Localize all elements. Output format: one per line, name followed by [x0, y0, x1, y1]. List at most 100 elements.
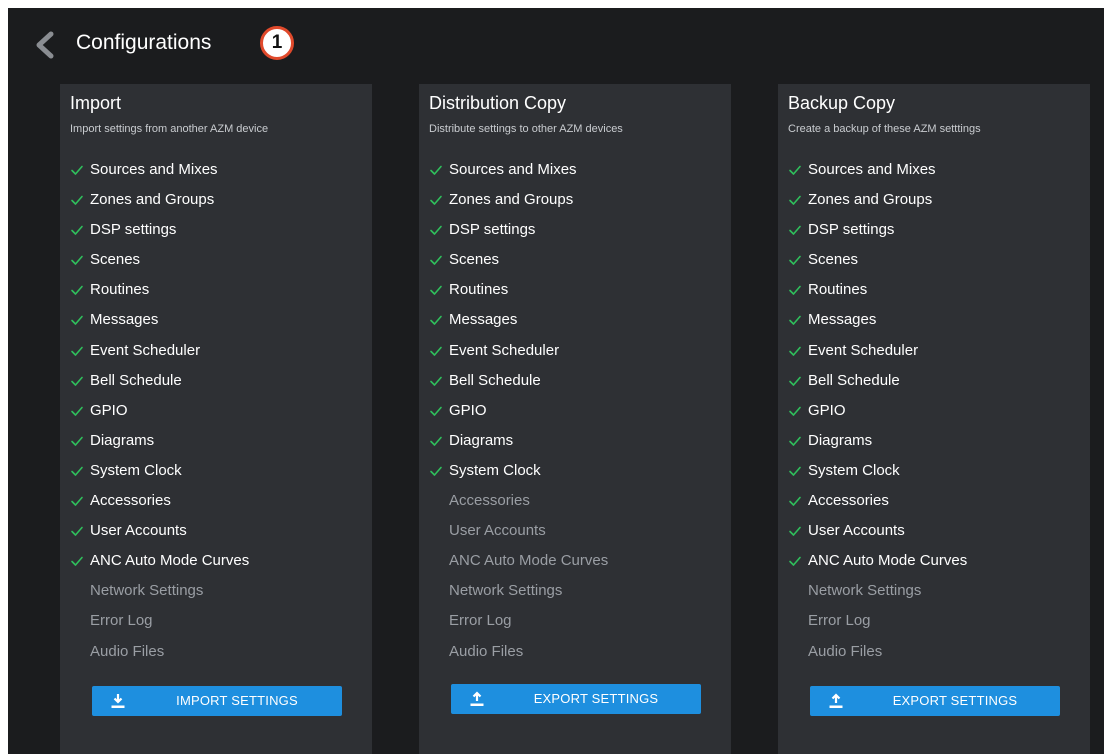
check-icon	[788, 193, 802, 207]
check-icon	[788, 163, 802, 177]
panel-description: Create a backup of these AZM setttings	[788, 123, 981, 135]
check-icon	[70, 464, 84, 478]
setting-label: GPIO	[90, 401, 128, 419]
check-icon	[429, 374, 443, 388]
button-label: IMPORT SETTINGS	[176, 693, 298, 708]
setting-label: Messages	[449, 311, 518, 329]
check-icon	[70, 554, 84, 568]
distribution-copy-panel: Distribution Copy Distribute settings to…	[419, 84, 731, 754]
setting-label: Network Settings	[808, 582, 922, 600]
configurations-screen: Configurations 1 Import Import settings …	[8, 8, 1104, 754]
setting-label: Routines	[449, 281, 509, 299]
check-icon	[70, 494, 84, 508]
setting-label: Accessories	[90, 492, 171, 510]
setting-label: Error Log	[449, 612, 512, 630]
setting-label: ANC Auto Mode Curves	[808, 552, 968, 570]
setting-label: Accessories	[808, 492, 889, 510]
button-label: EXPORT SETTINGS	[533, 691, 659, 706]
setting-label: Accessories	[449, 492, 530, 510]
import-panel: Import Import settings from another AZM …	[60, 84, 372, 754]
panel-title: Import	[70, 93, 122, 113]
check-icon	[70, 283, 84, 297]
panel-description: Distribute settings to other AZM devices	[429, 123, 623, 135]
setting-label: Messages	[90, 311, 159, 329]
check-icon	[429, 313, 443, 327]
setting-label: Event Scheduler	[808, 341, 919, 359]
setting-label: DSP settings	[90, 221, 177, 239]
check-icon	[788, 404, 802, 418]
back-chevron-icon[interactable]	[32, 30, 58, 60]
check-icon	[70, 223, 84, 237]
setting-label: Scenes	[90, 251, 141, 269]
distribution-export-settings-button[interactable]: EXPORT SETTINGS	[451, 684, 701, 714]
setting-label: Error Log	[90, 612, 153, 630]
check-icon	[788, 313, 802, 327]
check-icon	[70, 313, 84, 327]
setting-label: Scenes	[449, 251, 500, 269]
setting-label: User Accounts	[449, 522, 546, 540]
callout-badge: 1	[260, 26, 294, 60]
panel-title: Backup Copy	[788, 93, 896, 113]
setting-label: User Accounts	[808, 522, 905, 540]
setting-label: Zones and Groups	[808, 191, 933, 209]
check-icon	[429, 283, 443, 297]
setting-label: System Clock	[808, 461, 900, 479]
check-icon	[70, 193, 84, 207]
setting-label: Diagrams	[449, 431, 514, 449]
setting-label: Diagrams	[808, 431, 873, 449]
setting-label: GPIO	[449, 401, 487, 419]
setting-label: Network Settings	[90, 582, 204, 600]
check-icon	[70, 163, 84, 177]
check-icon	[788, 434, 802, 448]
check-icon	[788, 464, 802, 478]
setting-label: Bell Schedule	[90, 371, 182, 389]
check-icon	[70, 404, 84, 418]
check-icon	[788, 524, 802, 538]
setting-label: Bell Schedule	[449, 371, 541, 389]
setting-label: Diagrams	[90, 431, 155, 449]
setting-label: Network Settings	[449, 582, 563, 600]
setting-label: Sources and Mixes	[90, 161, 218, 178]
button-label: EXPORT SETTINGS	[892, 693, 1018, 708]
setting-label: System Clock	[90, 461, 182, 479]
check-icon	[429, 193, 443, 207]
check-icon	[788, 344, 802, 358]
setting-label: Routines	[808, 281, 868, 299]
check-icon	[788, 554, 802, 568]
check-icon	[429, 253, 443, 267]
setting-label: Zones and Groups	[90, 191, 215, 209]
upload-icon	[469, 691, 485, 707]
upload-icon	[828, 693, 844, 709]
setting-label: Zones and Groups	[449, 191, 574, 209]
import-settings-button[interactable]: IMPORT SETTINGS	[92, 686, 342, 716]
setting-label: DSP settings	[808, 221, 895, 239]
setting-label: Event Scheduler	[90, 341, 201, 359]
setting-label: DSP settings	[449, 221, 536, 239]
setting-label: Routines	[90, 281, 150, 299]
check-icon	[429, 404, 443, 418]
check-icon	[429, 344, 443, 358]
panel-title: Distribution Copy	[429, 93, 567, 113]
backup-export-settings-button[interactable]: EXPORT SETTINGS	[810, 686, 1060, 716]
setting-label: Error Log	[808, 612, 871, 630]
download-icon	[110, 693, 126, 709]
setting-label: Bell Schedule	[808, 371, 900, 389]
check-icon	[788, 223, 802, 237]
check-icon	[788, 374, 802, 388]
setting-label: User Accounts	[90, 522, 187, 540]
setting-label: Sources and Mixes	[808, 161, 936, 178]
setting-label: Sources and Mixes	[449, 161, 577, 178]
setting-label: System Clock	[449, 461, 541, 479]
setting-label: GPIO	[808, 401, 846, 419]
check-icon	[70, 524, 84, 538]
check-icon	[429, 464, 443, 478]
check-icon	[788, 283, 802, 297]
setting-label: ANC Auto Mode Curves	[449, 552, 609, 570]
check-icon	[429, 434, 443, 448]
check-icon	[788, 494, 802, 508]
setting-label: Messages	[808, 311, 877, 329]
setting-label: Scenes	[808, 251, 859, 269]
panel-description: Import settings from another AZM device	[70, 123, 269, 135]
check-icon	[70, 344, 84, 358]
setting-label: Audio Files	[808, 642, 883, 660]
